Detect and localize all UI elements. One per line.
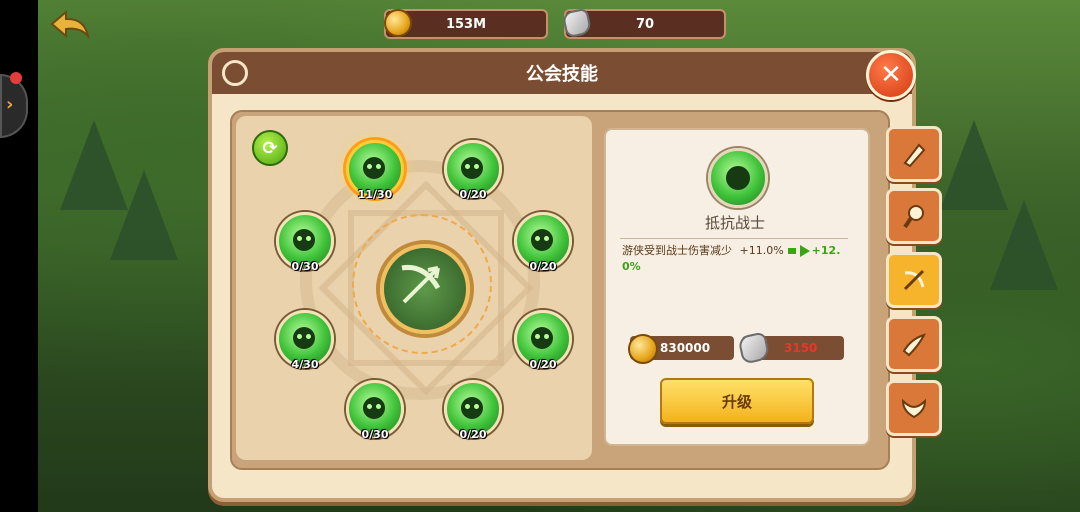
close-icon: ✕ (880, 60, 902, 90)
skill-icon (293, 327, 315, 349)
next-value-wrap: 0% (622, 260, 641, 273)
back-arrow-icon[interactable] (48, 8, 92, 44)
description-text: 游侠受到战士伤害减少 (622, 244, 732, 257)
wings-icon (901, 398, 927, 419)
bow-arrow-icon (401, 264, 441, 304)
selected-skill-icon (708, 148, 768, 208)
skill-icon-1 (903, 143, 926, 168)
skill-node[interactable]: 11/30 (346, 140, 404, 201)
skill-icon (363, 397, 385, 419)
stone-cost-value: 3150 (784, 341, 818, 355)
skill-icon-4 (902, 333, 926, 357)
refresh-icon: ⟳ (262, 137, 278, 159)
skill-icon-2 (903, 205, 924, 229)
background-tree (940, 120, 1008, 210)
skill-level: 0/20 (529, 260, 557, 273)
gold-coin-icon (628, 334, 658, 364)
tab-skill-4[interactable] (886, 316, 942, 372)
selected-skill-name: 抵抗战士 (704, 214, 765, 232)
next-value: +12. (811, 244, 841, 257)
tab-skill-1[interactable] (886, 126, 942, 182)
skill-description: 游侠受到战士伤害减少 +11.0% +12. 0% (622, 243, 858, 275)
skill-icon (363, 157, 385, 179)
gold-value: 153M (445, 16, 487, 32)
skill-icon (531, 229, 553, 251)
gold-cost-value: 830000 (660, 341, 711, 355)
divider (620, 238, 848, 239)
close-button[interactable]: ✕ (866, 50, 916, 100)
skill-level: 0/20 (529, 358, 557, 371)
upgrade-label: 升级 (721, 392, 752, 411)
stone-value: 70 (635, 16, 655, 32)
dialog-title-bar: 公会技能 (212, 52, 912, 94)
increase-arrow-icon (787, 248, 796, 254)
ranger-class-emblem (380, 244, 470, 334)
skill-level: 4/30 (291, 358, 319, 371)
skill-level: 0/30 (361, 428, 389, 441)
skill-level: 0/20 (459, 428, 487, 441)
chevron-right-icon: › (6, 94, 14, 115)
background-tree (990, 200, 1058, 290)
skill-node[interactable]: 0/20 (444, 380, 502, 441)
current-value: +11.0% (739, 244, 784, 257)
skill-node[interactable]: 0/20 (444, 140, 502, 201)
reset-skills-button[interactable]: ⟳ (252, 130, 288, 166)
gold-coin-icon (384, 9, 412, 37)
skill-level: 0/20 (459, 188, 487, 201)
increase-arrow-head (799, 245, 810, 257)
tab-ranger[interactable] (886, 252, 942, 308)
background-tree (110, 170, 178, 260)
bow-arrow-icon (903, 269, 925, 291)
skill-node[interactable]: 4/30 (276, 310, 334, 371)
skill-icon (461, 397, 483, 419)
notification-dot (10, 72, 22, 84)
skill-level: 11/30 (357, 188, 393, 201)
tab-skill-2[interactable] (886, 188, 942, 244)
skill-level: 0/30 (291, 260, 319, 273)
skill-icon (461, 157, 483, 179)
skill-icon (293, 229, 315, 251)
skill-node[interactable]: 0/30 (346, 380, 404, 441)
dialog-title: 公会技能 (526, 64, 598, 85)
skill-node[interactable]: 0/20 (514, 310, 572, 371)
swirl-ornament-icon (222, 60, 248, 86)
skill-node[interactable]: 0/30 (276, 212, 334, 273)
skill-icon (726, 166, 750, 190)
skill-node[interactable]: 0/20 (514, 212, 572, 273)
upgrade-button[interactable]: 升级 (660, 378, 814, 424)
skill-icon (531, 327, 553, 349)
tab-skill-5[interactable] (886, 380, 942, 436)
